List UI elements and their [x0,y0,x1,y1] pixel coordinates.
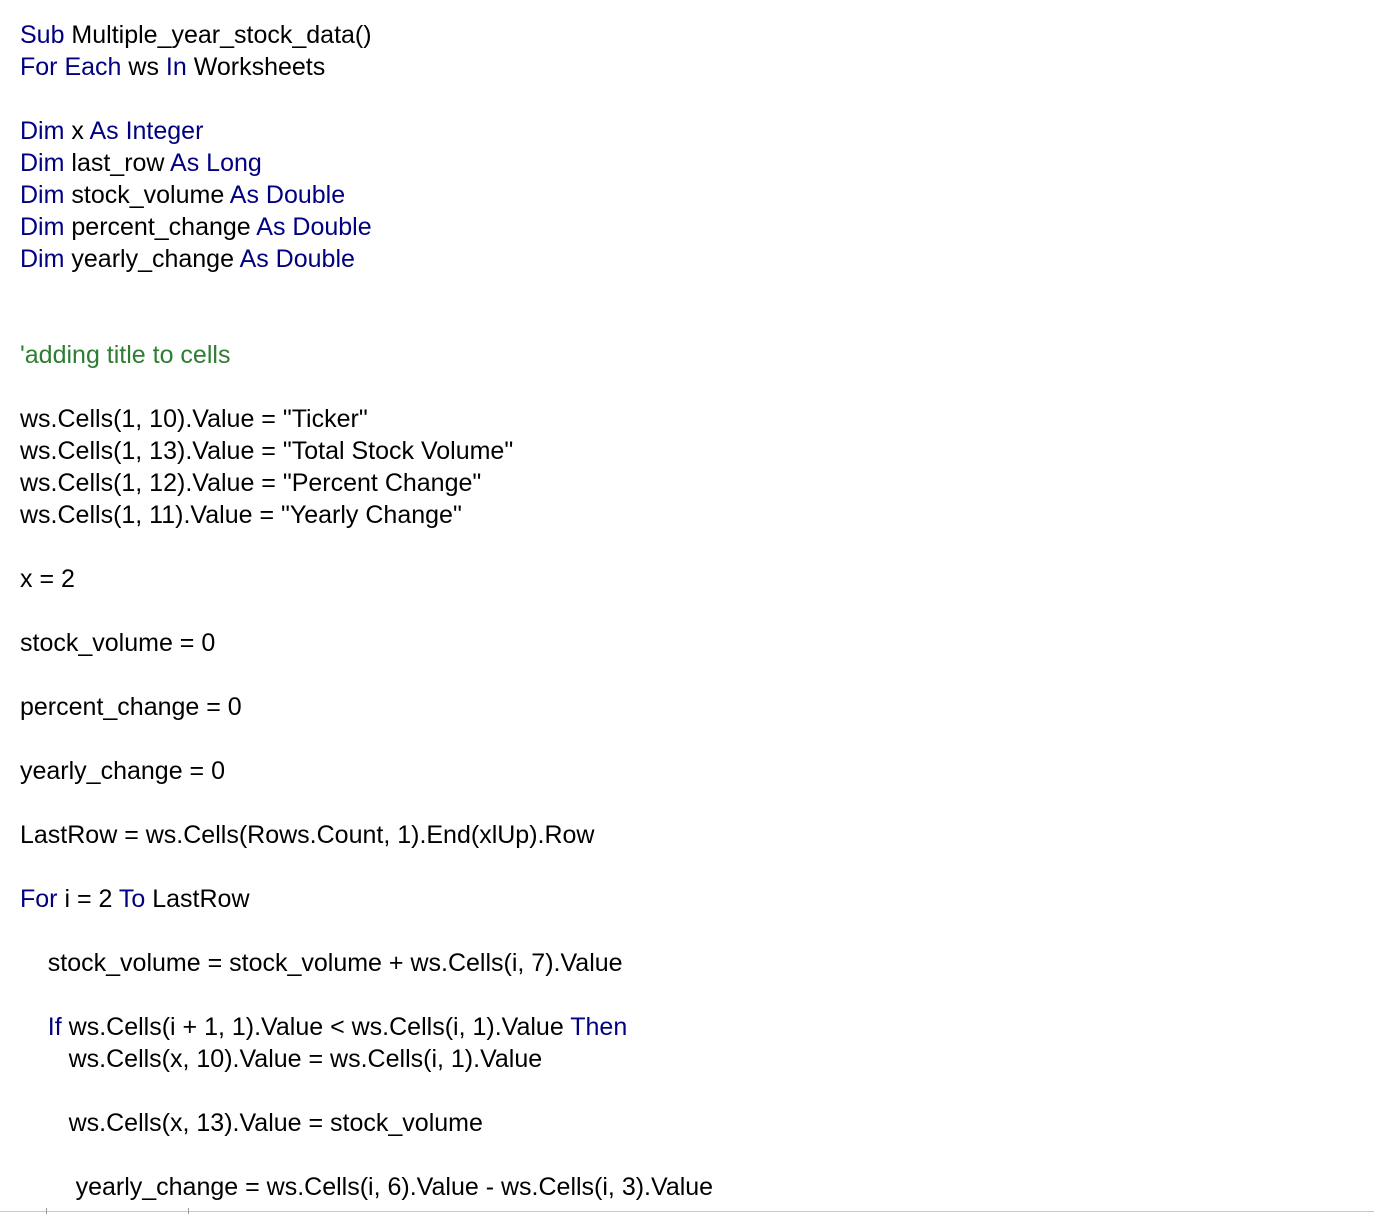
code-line[interactable]: ws.Cells(1, 12).Value = "Percent Change" [20,467,481,499]
code-text: ws.Cells(x, 10).Value = ws.Cells(i, 1).V… [20,1045,543,1073]
code-text: percent_change = 0 [20,693,242,721]
code-text: yearly_change = ws.Cells(i, 6).Value - w… [20,1173,714,1201]
code-keyword: Dim [20,117,65,145]
code-line[interactable]: Dim yearly_change As Double [20,243,355,275]
code-text: yearly_change [64,245,240,273]
code-keyword: As Double [256,213,372,241]
code-text: ws.Cells(1, 11).Value = "Yearly Change" [20,501,462,529]
code-text: ws.Cells(1, 10).Value = "Ticker" [20,405,368,433]
code-line[interactable]: LastRow = ws.Cells(Rows.Count, 1).End(xl… [20,819,595,851]
code-keyword: To [118,885,146,913]
code-keyword: As Double [229,181,346,209]
code-text: x = 2 [20,565,75,593]
code-text: i = 2 [57,885,119,913]
code-line[interactable]: Dim x As Integer [20,115,203,147]
code-text: ws.Cells(i + 1, 1).Value < ws.Cells(i, 1… [61,1013,571,1041]
code-line[interactable]: ws.Cells(1, 10).Value = "Ticker" [20,403,368,435]
code-editor[interactable]: Sub Multiple_year_stock_data() For Each w… [0,0,1374,1210]
code-comment: 'adding title to cells [20,341,231,369]
code-keyword: For Each [20,53,122,81]
code-line[interactable]: For i = 2 To LastRow [20,883,250,915]
code-text: ws [121,53,166,81]
divider-tick [46,1208,47,1214]
code-keyword: As Double [239,245,355,273]
code-text: yearly_change = 0 [20,757,226,785]
code-line[interactable]: Sub Multiple_year_stock_data() [20,19,372,51]
code-text: Multiple_year_stock_data() [64,21,372,49]
code-keyword: In [165,53,187,81]
code-text: ws.Cells(x, 13).Value = stock_volume [20,1109,483,1137]
code-line[interactable]: percent_change = 0 [20,691,242,723]
code-keyword: Dim [20,245,65,273]
code-line[interactable]: Dim stock_volume As Double [20,179,345,211]
code-text: last_row [64,149,171,177]
code-keyword: If [47,1013,62,1041]
code-keyword: As Long [170,149,262,177]
code-keyword: Sub [20,21,65,49]
code-text: Worksheets [186,53,326,81]
code-line[interactable]: x = 2 [20,563,75,595]
code-line[interactable]: If ws.Cells(i + 1, 1).Value < ws.Cells(i… [20,1011,627,1043]
code-line[interactable]: stock_volume = 0 [20,627,215,659]
code-line[interactable]: ws.Cells(1, 11).Value = "Yearly Change" [20,499,462,531]
code-line[interactable]: For Each ws In Worksheets [20,51,325,83]
code-line[interactable]: yearly_change = 0 [20,755,225,787]
code-keyword: Dim [20,213,65,241]
code-keyword: Then [570,1013,628,1041]
code-keyword: Dim [20,149,65,177]
code-keyword: Dim [20,181,65,209]
code-text: stock_volume = stock_volume + ws.Cells(i… [20,949,623,977]
code-line[interactable]: ws.Cells(x, 13).Value = stock_volume [20,1107,483,1139]
code-line[interactable]: stock_volume = stock_volume + ws.Cells(i… [20,947,623,979]
divider-tick [188,1208,189,1214]
code-text: ws.Cells(1, 13).Value = "Total Stock Vol… [20,437,514,465]
code-text: LastRow = ws.Cells(Rows.Count, 1).End(xl… [20,821,595,849]
code-text: stock_volume [64,181,230,209]
code-line[interactable]: Dim percent_change As Double [20,211,372,243]
code-text: ws.Cells(1, 12).Value = "Percent Change" [20,469,482,497]
code-text: stock_volume = 0 [20,629,216,657]
code-keyword: For [20,885,58,913]
code-text: percent_change [64,213,257,241]
code-line[interactable]: ws.Cells(x, 10).Value = ws.Cells(i, 1).V… [20,1043,543,1075]
code-keyword: As Integer [89,117,204,145]
code-line[interactable]: yearly_change = ws.Cells(i, 6).Value - w… [20,1171,714,1203]
code-text: x [64,117,90,145]
code-line[interactable]: ws.Cells(1, 13).Value = "Total Stock Vol… [20,435,513,467]
code-line[interactable]: Dim last_row As Long [20,147,262,179]
code-line[interactable]: 'adding title to cells [20,339,230,371]
code-text: LastRow [145,885,250,913]
bottom-divider [0,1211,1374,1212]
